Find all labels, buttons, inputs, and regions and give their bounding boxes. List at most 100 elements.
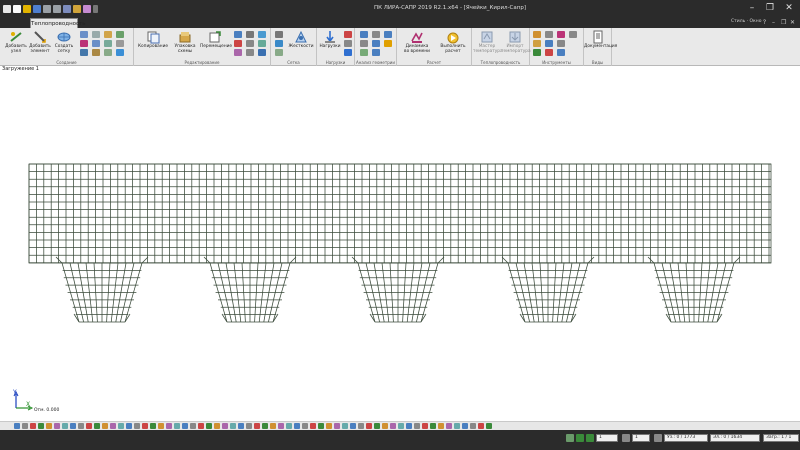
loads-button[interactable]: Нагрузки — [318, 30, 342, 56]
warning-icon[interactable] — [384, 40, 392, 47]
bottom-tool-icon[interactable] — [22, 423, 28, 429]
status-pencil-icon[interactable] — [622, 434, 630, 442]
tab-heat-conduction[interactable]: Теплопроводность — [30, 18, 86, 28]
bottom-tool-icon[interactable] — [302, 423, 308, 429]
bottom-tool-icon[interactable] — [190, 423, 196, 429]
cut-icon[interactable] — [80, 40, 88, 47]
bottom-tool-icon[interactable] — [78, 423, 84, 429]
style-combo[interactable]: Стиль · Окно · — [731, 19, 764, 24]
bottom-tool-icon[interactable] — [230, 423, 236, 429]
bottom-tool-icon[interactable] — [462, 423, 468, 429]
move-button[interactable]: Перемещение — [200, 30, 232, 56]
rotate-icon[interactable] — [234, 31, 242, 38]
info-icon[interactable] — [372, 49, 380, 56]
load-select[interactable]: 1 — [596, 434, 618, 442]
plate-icon[interactable] — [116, 31, 124, 38]
tools-d-icon[interactable] — [569, 31, 577, 38]
tools-h-icon[interactable] — [533, 49, 541, 56]
bottom-tool-icon[interactable] — [70, 423, 76, 429]
bottom-tool-icon[interactable] — [334, 423, 340, 429]
bottom-tool-icon[interactable] — [30, 423, 36, 429]
split-icon[interactable] — [246, 40, 254, 47]
bottom-tool-icon[interactable] — [262, 423, 268, 429]
bottom-tool-icon[interactable] — [270, 423, 276, 429]
redo-icon[interactable] — [53, 5, 61, 13]
dropdown-icon[interactable] — [93, 5, 98, 13]
bottom-tool-icon[interactable] — [62, 423, 68, 429]
tools-a-icon[interactable] — [533, 31, 541, 38]
bottom-tool-icon[interactable] — [142, 423, 148, 429]
brush-icon[interactable] — [275, 40, 283, 47]
bottom-tool-icon[interactable] — [470, 423, 476, 429]
bottom-tool-icon[interactable] — [278, 423, 284, 429]
load-arrows-icon[interactable] — [344, 49, 352, 56]
bottom-tool-icon[interactable] — [342, 423, 348, 429]
tools-j-icon[interactable] — [557, 49, 565, 56]
bottom-tool-icon[interactable] — [134, 423, 140, 429]
merge-icon[interactable] — [246, 49, 254, 56]
tag-icon[interactable] — [275, 49, 283, 56]
check-icon[interactable] — [360, 31, 368, 38]
bottom-tool-icon[interactable] — [214, 423, 220, 429]
bottom-tool-icon[interactable] — [326, 423, 332, 429]
fragment-icon[interactable] — [104, 31, 112, 38]
delete-icon[interactable] — [234, 40, 242, 47]
new-file-icon[interactable] — [13, 5, 21, 13]
settings-icon[interactable] — [73, 5, 81, 13]
tools-b-icon[interactable] — [545, 31, 553, 38]
bottom-tool-icon[interactable] — [238, 423, 244, 429]
bottom-tool-icon[interactable] — [406, 423, 412, 429]
node-icon[interactable] — [92, 49, 100, 56]
bottom-tool-icon[interactable] — [286, 423, 292, 429]
measure-icon[interactable] — [372, 31, 380, 38]
status-arrow-down-icon[interactable] — [586, 434, 594, 442]
bottom-tool-icon[interactable] — [454, 423, 460, 429]
load-case-icon[interactable] — [344, 31, 352, 38]
pv-icon[interactable] — [372, 40, 380, 47]
print-icon[interactable] — [63, 5, 71, 13]
bottom-tool-icon[interactable] — [390, 423, 396, 429]
run-analysis-button[interactable]: Выполнить расчет — [437, 30, 469, 56]
status-arrow-up-icon[interactable] — [576, 434, 584, 442]
frame-icon[interactable] — [116, 40, 124, 47]
temperature-wizard-button[interactable]: Мастер температура — [473, 30, 503, 56]
axis-icon[interactable] — [104, 49, 112, 56]
bottom-tool-icon[interactable] — [246, 423, 252, 429]
page-field[interactable]: 1 — [632, 434, 650, 442]
status-grid-icon[interactable] — [566, 434, 574, 442]
status-list-icon[interactable] — [654, 434, 662, 442]
stats-icon[interactable] — [360, 49, 368, 56]
fe-mesh[interactable] — [0, 66, 800, 421]
bottom-tool-icon[interactable] — [294, 423, 300, 429]
app-menu-icon[interactable] — [3, 5, 11, 13]
bottom-tool-icon[interactable] — [430, 423, 436, 429]
bottom-tool-icon[interactable] — [422, 423, 428, 429]
bottom-tool-icon[interactable] — [254, 423, 260, 429]
tools-i-icon[interactable] — [545, 49, 553, 56]
bottom-tool-icon[interactable] — [318, 423, 324, 429]
copy-button[interactable]: Копирование — [138, 30, 168, 56]
grid-snap-icon[interactable] — [116, 49, 124, 56]
bottom-tool-icon[interactable] — [14, 423, 20, 429]
surface-icon[interactable] — [80, 49, 88, 56]
doc-restore-button[interactable]: ❐ — [781, 19, 786, 26]
bottom-tool-icon[interactable] — [166, 423, 172, 429]
open-folder-icon[interactable] — [23, 5, 31, 13]
undo-icon[interactable] — [43, 5, 51, 13]
tools-e-icon[interactable] — [533, 40, 541, 47]
bottom-tool-icon[interactable] — [102, 423, 108, 429]
bottom-tool-icon[interactable] — [118, 423, 124, 429]
mirror-icon[interactable] — [246, 31, 254, 38]
create-mesh-button[interactable]: Создать сетку — [50, 30, 78, 56]
bottom-tool-icon[interactable] — [46, 423, 52, 429]
bottom-tool-icon[interactable] — [374, 423, 380, 429]
tools-c-icon[interactable] — [557, 31, 565, 38]
wizard-icon[interactable] — [83, 5, 91, 13]
import-temperature-button[interactable]: Импорт температура — [501, 30, 531, 56]
pencil-icon[interactable] — [275, 31, 283, 38]
bottom-tool-icon[interactable] — [198, 423, 204, 429]
bottom-tool-icon[interactable] — [150, 423, 156, 429]
scale-icon[interactable] — [234, 49, 242, 56]
time-dynamics-button[interactable]: Динамика во времени — [400, 30, 434, 56]
grid-icon[interactable] — [80, 31, 88, 38]
